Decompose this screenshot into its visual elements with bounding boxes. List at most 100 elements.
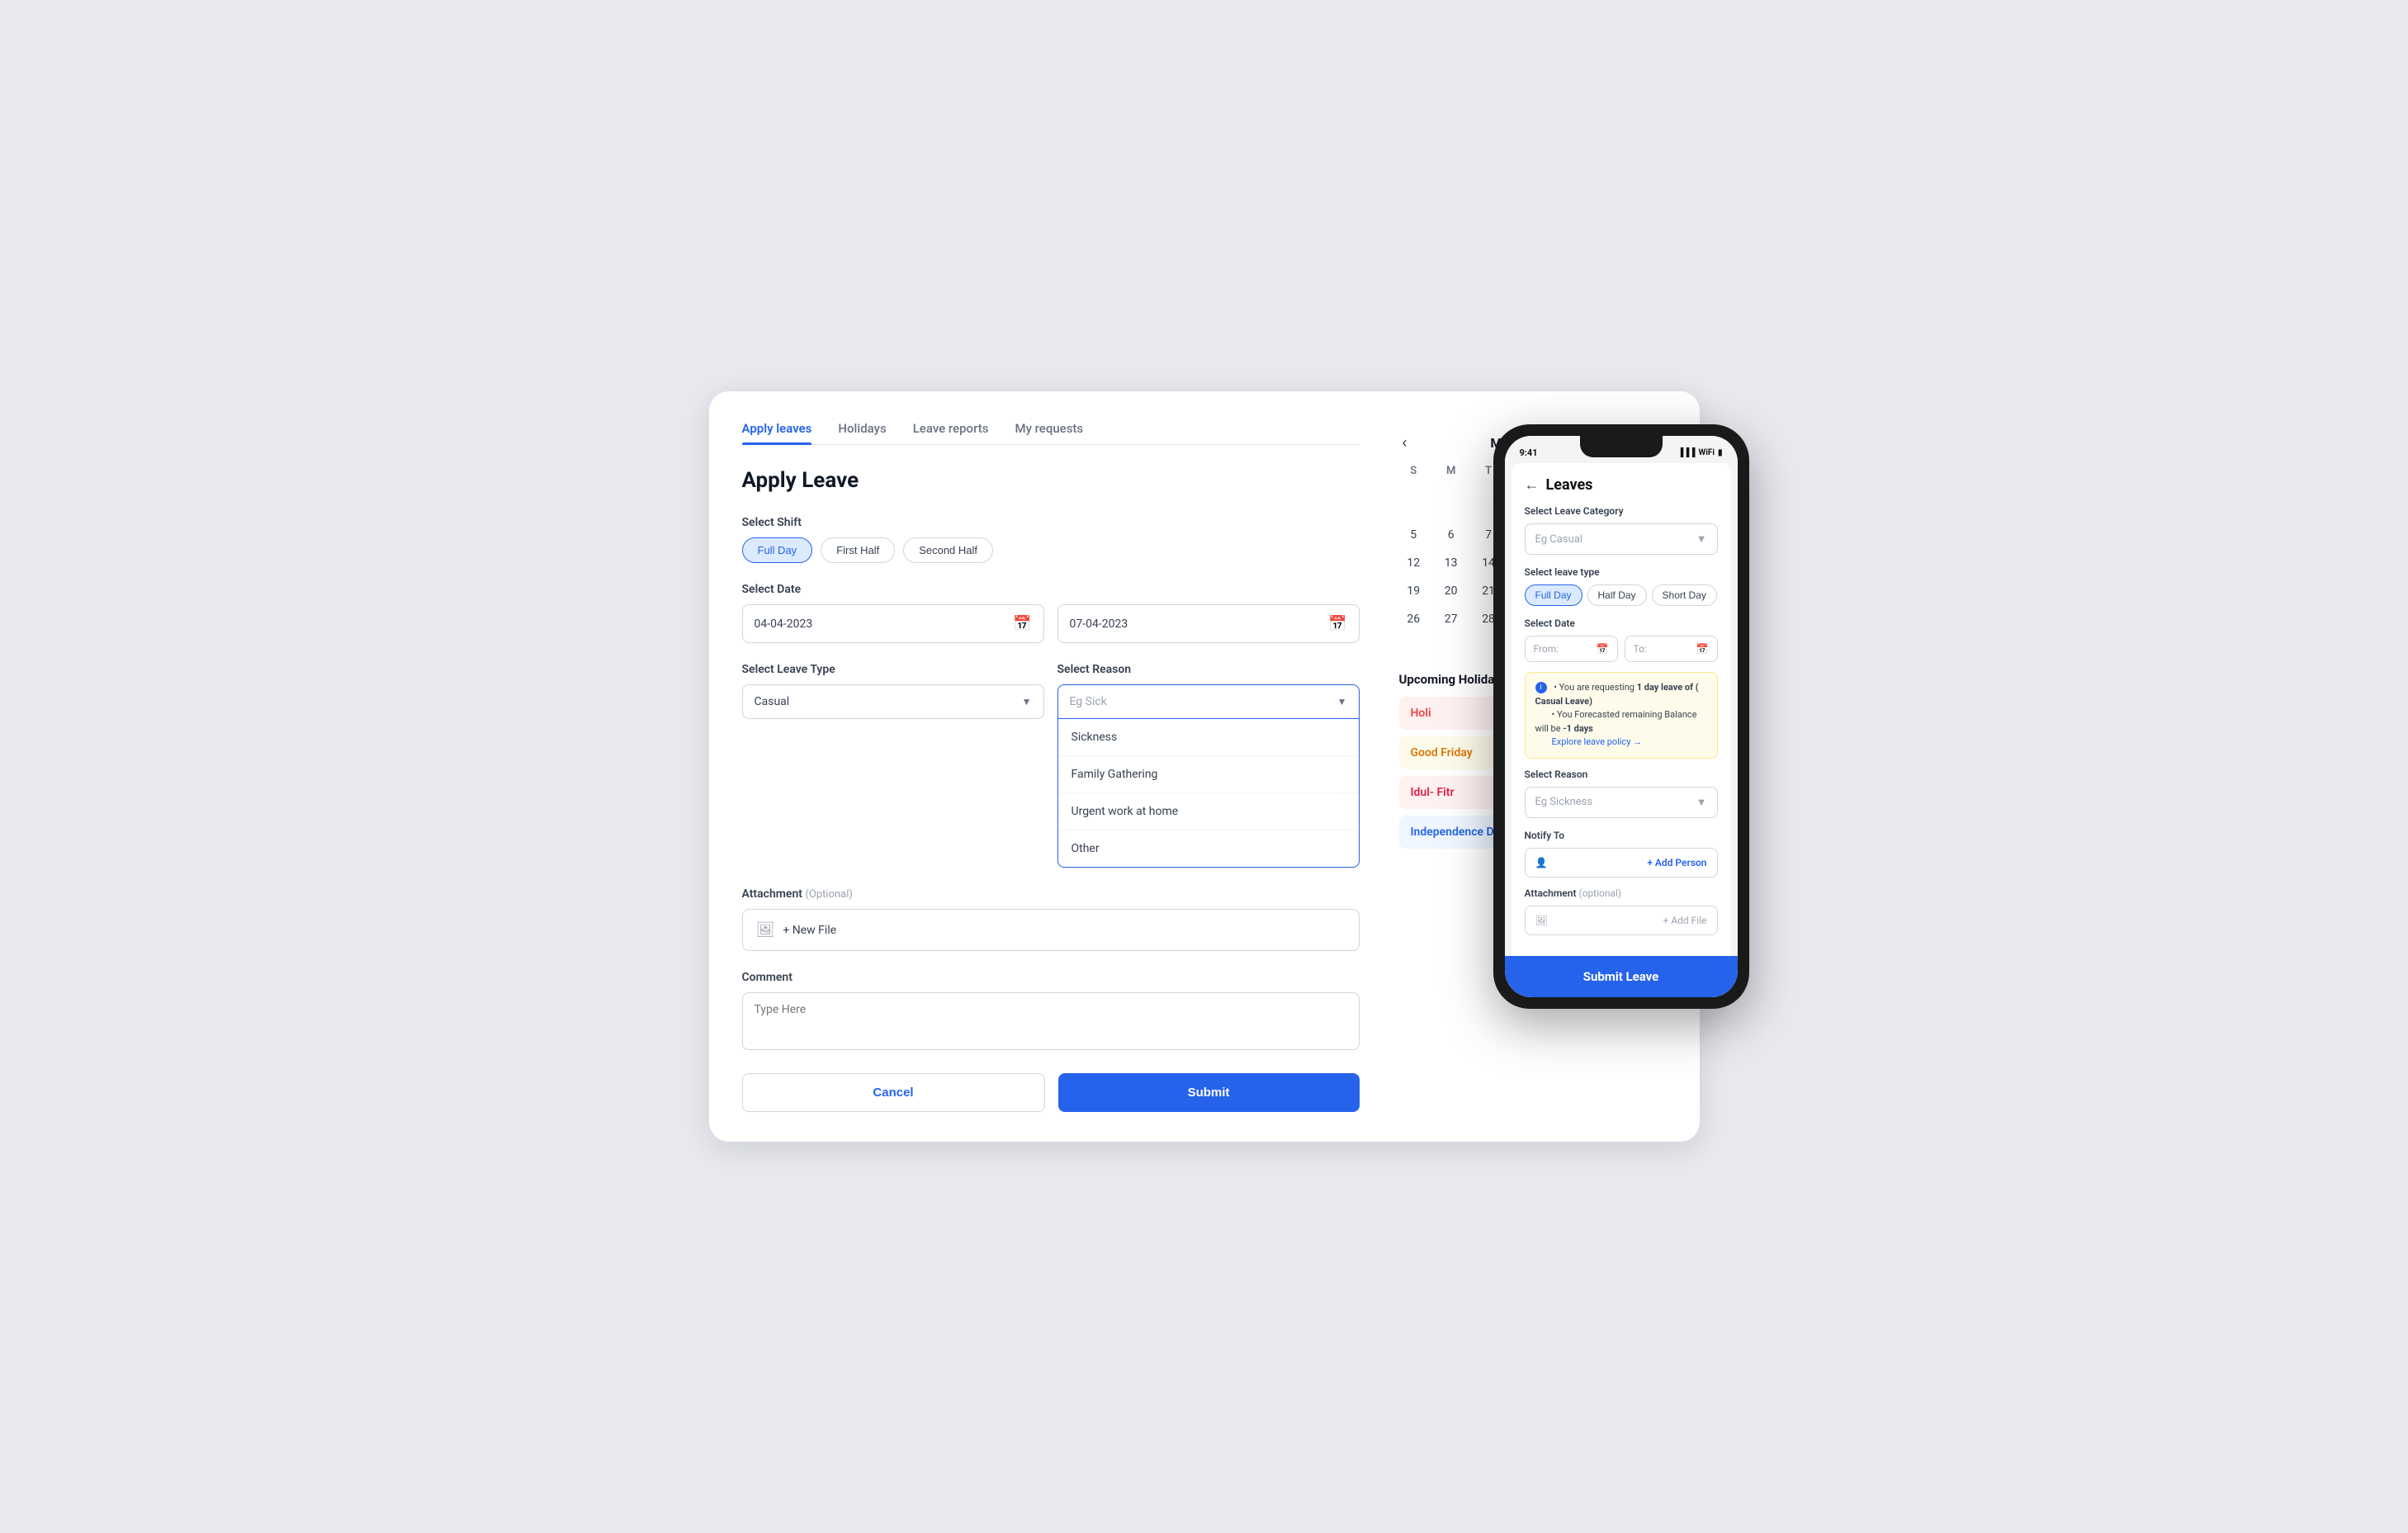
page-title: Apply Leave (742, 468, 1360, 493)
shift-first-half[interactable]: First Half (821, 537, 895, 563)
left-panel: Apply leaves Holidays Leave reports My r… (742, 421, 1360, 1112)
date-to[interactable]: 07-04-2023 📅 (1057, 604, 1360, 643)
reason-chevron-icon: ▼ (1337, 696, 1347, 707)
phone-info-line1-prefix: • You are requesting (1554, 682, 1636, 693)
phone-time: 9:41 (1520, 447, 1538, 458)
comment-section: Comment (742, 971, 1360, 1053)
cancel-button[interactable]: Cancel (742, 1073, 1045, 1112)
comment-textarea[interactable] (742, 992, 1360, 1050)
person-icon: 👤 (1535, 857, 1548, 868)
tab-leave-reports[interactable]: Leave reports (913, 421, 989, 444)
reason-option-family[interactable]: Family Gathering (1058, 756, 1359, 793)
phone-back-icon[interactable]: ← (1525, 476, 1540, 494)
phone-notify-label: Notify To (1525, 830, 1718, 841)
phone-shift-group: Full Day Half Day Short Day (1525, 584, 1718, 606)
submit-button[interactable]: Submit (1058, 1073, 1360, 1112)
phone-screen: 9:41 ▐▐▐ WiFi ▮ ← Leaves Select Leave Ca… (1505, 436, 1738, 997)
phone-wrapper: 9:41 ▐▐▐ WiFi ▮ ← Leaves Select Leave Ca… (1493, 424, 1749, 1009)
phone-back-row: ← Leaves (1525, 476, 1718, 494)
phone-shift-full-day[interactable]: Full Day (1525, 584, 1582, 606)
date-to-value: 07-04-2023 (1070, 617, 1128, 631)
reason-placeholder: Eg Sick (1070, 695, 1107, 708)
phone-attachment-row[interactable]: 🖼 + Add File (1525, 906, 1718, 935)
cal-day-6[interactable]: 6 (1433, 522, 1469, 548)
phone-reason-label: Select Reason (1525, 769, 1718, 780)
tab-holidays[interactable]: Holidays (838, 421, 886, 444)
phone-cal-from-icon: 📅 (1597, 643, 1609, 655)
phone-date-row: From: 📅 To: 📅 (1525, 636, 1718, 662)
phone-add-person[interactable]: + Add Person (1647, 857, 1706, 868)
shift-second-half[interactable]: Second Half (903, 537, 993, 563)
phone-content: ← Leaves Select Leave Category Eg Casual… (1512, 463, 1731, 967)
phone-add-file: + Add File (1663, 915, 1707, 926)
date-from-value: 04-04-2023 (755, 617, 813, 631)
phone-reason-chevron-icon: ▼ (1696, 796, 1707, 809)
leave-type-select[interactable]: Casual ▼ (742, 684, 1044, 719)
form-row-leave: Select Leave Type Casual ▼ Select Reason… (742, 663, 1360, 868)
phone-info-icon: i (1535, 682, 1547, 693)
cal-day-empty2 (1433, 482, 1469, 520)
phone-notch (1580, 436, 1663, 457)
cal-day-19[interactable]: 19 (1396, 578, 1431, 604)
phone-explore-link[interactable]: Explore leave policy → (1552, 736, 1643, 747)
phone-shell: 9:41 ▐▐▐ WiFi ▮ ← Leaves Select Leave Ca… (1493, 424, 1749, 1009)
date-row: 04-04-2023 📅 07-04-2023 📅 (742, 604, 1360, 643)
phone-to-label: To: (1634, 643, 1647, 655)
attachment-file-icon: 🖼 (756, 921, 775, 939)
shift-group: Full Day First Half Second Half (742, 537, 1360, 563)
main-card: Apply leaves Holidays Leave reports My r… (709, 391, 1700, 1142)
phone-shift-short-day[interactable]: Short Day (1652, 584, 1717, 606)
phone-attachment-icon: 🖼 (1535, 915, 1548, 926)
phone-info-line2-prefix: • You Forecasted remaining Balance will … (1535, 709, 1697, 734)
cal-prev-button[interactable]: ‹ (1403, 434, 1407, 452)
phone-date-to[interactable]: To: 📅 (1625, 636, 1718, 662)
phone-reason-placeholder: Eg Sickness (1535, 796, 1593, 808)
cal-day-20[interactable]: 20 (1433, 578, 1469, 604)
comment-label: Comment (742, 971, 1360, 984)
phone-cal-to-icon: 📅 (1696, 643, 1709, 655)
reason-option-other[interactable]: Other (1058, 830, 1359, 867)
phone-status-icons: ▐▐▐ WiFi ▮ (1677, 448, 1722, 457)
reason-option-sickness[interactable]: Sickness (1058, 719, 1359, 756)
phone-leave-category-placeholder: Eg Casual (1535, 533, 1582, 546)
leave-type-value: Casual (755, 695, 790, 708)
cal-day-26[interactable]: 26 (1396, 606, 1431, 632)
phone-leave-type-label: Select leave type (1525, 566, 1718, 578)
battery-icon: ▮ (1718, 448, 1723, 457)
cal-day-27[interactable]: 27 (1433, 606, 1469, 632)
action-row: Cancel Submit (742, 1073, 1360, 1112)
tab-my-requests[interactable]: My requests (1015, 421, 1083, 444)
shift-full-day[interactable]: Full Day (742, 537, 813, 563)
reason-option-urgent[interactable]: Urgent work at home (1058, 793, 1359, 830)
phone-shift-half-day[interactable]: Half Day (1587, 584, 1647, 606)
cal-header-s1: S (1396, 461, 1431, 480)
wifi-icon: WiFi (1698, 448, 1715, 457)
phone-leave-category-label: Select Leave Category (1525, 505, 1718, 517)
phone-attachment-label: Attachment (optional) (1525, 887, 1718, 899)
phone-select-date-label: Select Date (1525, 617, 1718, 629)
date-from[interactable]: 04-04-2023 📅 (742, 604, 1044, 643)
reason-select[interactable]: Eg Sick ▼ (1057, 684, 1360, 719)
phone-submit-button[interactable]: Submit Leave (1505, 956, 1738, 997)
calendar-to-icon: 📅 (1328, 615, 1346, 632)
leave-type-label: Select Leave Type (742, 663, 1044, 676)
tabs-bar: Apply leaves Holidays Leave reports My r… (742, 421, 1360, 445)
phone-leave-category-select[interactable]: Eg Casual ▼ (1525, 523, 1718, 555)
cal-day-13[interactable]: 13 (1433, 550, 1469, 576)
reason-dropdown: Sickness Family Gathering Urgent work at… (1057, 719, 1360, 868)
phone-date-from[interactable]: From: 📅 (1525, 636, 1618, 662)
tab-apply-leaves[interactable]: Apply leaves (742, 421, 812, 444)
cal-day-12[interactable]: 12 (1396, 550, 1431, 576)
phone-info-bold2: -1 days (1563, 723, 1593, 734)
leave-type-group: Select Leave Type Casual ▼ (742, 663, 1044, 868)
phone-reason-select[interactable]: Eg Sickness ▼ (1525, 787, 1718, 818)
shift-label: Select Shift (742, 516, 1360, 529)
attachment-section-label: Attachment (Optional) (742, 887, 1360, 901)
cal-day-empty1 (1396, 482, 1431, 520)
cal-day-5[interactable]: 5 (1396, 522, 1431, 548)
phone-screen-title: Leaves (1546, 476, 1593, 494)
attachment-box[interactable]: 🖼 + New File (742, 909, 1360, 951)
attachment-new-file: + New File (783, 924, 836, 937)
cal-header-m: M (1433, 461, 1469, 480)
reason-group: Select Reason Eg Sick ▼ Sickness Family … (1057, 663, 1360, 868)
